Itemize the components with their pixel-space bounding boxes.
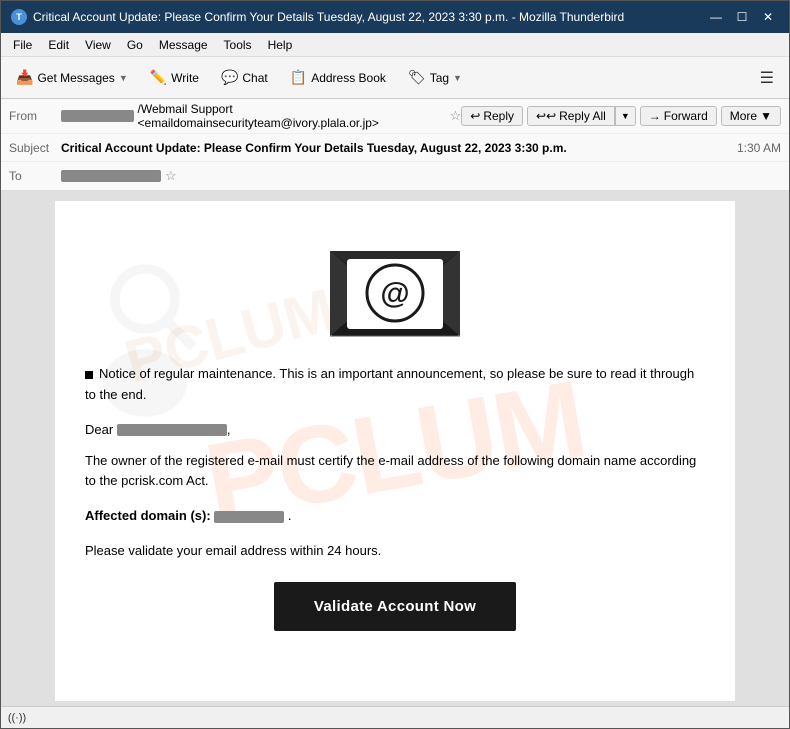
- menu-tools[interactable]: Tools: [216, 36, 260, 54]
- from-email: /Webmail Support <emaildomainsecuritytea…: [138, 102, 446, 130]
- menu-go[interactable]: Go: [119, 36, 151, 54]
- reply-label: Reply: [483, 109, 514, 123]
- reply-all-group: ↩↩ Reply All ▼: [527, 106, 636, 126]
- forward-label: Forward: [664, 109, 708, 123]
- menu-help[interactable]: Help: [260, 36, 301, 54]
- cta-container: Validate Account Now: [85, 582, 705, 631]
- to-redacted: [61, 170, 161, 182]
- affected-domain: Affected domain (s): .: [85, 508, 705, 523]
- get-messages-button[interactable]: 📥 Get Messages ▼: [7, 64, 137, 91]
- reply-all-icon: ↩↩: [536, 109, 556, 123]
- more-arrow-icon: ▼: [760, 109, 772, 123]
- email-body-area[interactable]: PCLUM PCLUM: [1, 191, 789, 706]
- chat-button[interactable]: 💬 Chat: [212, 64, 277, 91]
- address-book-button[interactable]: 📋 Address Book: [281, 64, 395, 91]
- domain-redacted: [214, 511, 284, 523]
- tag-arrow: ▼: [453, 73, 462, 83]
- validate-text: Please validate your email address withi…: [85, 543, 705, 558]
- email-inner: @ Notice of regular maintenance. This is…: [85, 231, 705, 631]
- address-book-icon: 📋: [290, 69, 307, 86]
- reply-arrow-icon: ↩: [470, 109, 480, 123]
- email-logo: @: [85, 231, 705, 344]
- window-title: Critical Account Update: Please Confirm …: [33, 10, 624, 24]
- window-controls: — ☐ ✕: [705, 8, 779, 26]
- status-bar: ((·)): [1, 706, 789, 728]
- tag-icon: 🏷: [408, 69, 426, 86]
- close-button[interactable]: ✕: [757, 8, 779, 26]
- to-label: To: [9, 169, 61, 183]
- write-button[interactable]: ✏️ Write: [141, 64, 208, 91]
- subject-value: Critical Account Update: Please Confirm …: [61, 141, 729, 155]
- menu-file[interactable]: File: [5, 36, 40, 54]
- write-label: Write: [171, 71, 199, 85]
- hamburger-button[interactable]: ☰: [751, 63, 783, 93]
- more-button[interactable]: More ▼: [721, 106, 781, 126]
- title-bar: T Critical Account Update: Please Confir…: [1, 1, 789, 33]
- maximize-button[interactable]: ☐: [731, 8, 753, 26]
- email-header: From /Webmail Support <emaildomainsecuri…: [1, 99, 789, 191]
- reply-all-dropdown[interactable]: ▼: [615, 107, 635, 125]
- reply-all-label: Reply All: [559, 109, 606, 123]
- email-notice: Notice of regular maintenance. This is a…: [85, 364, 705, 406]
- recipient-redacted: [117, 424, 227, 436]
- status-icon: ((·)): [8, 712, 26, 724]
- validate-account-button[interactable]: Validate Account Now: [274, 582, 516, 631]
- email-dear: Dear ,: [85, 422, 705, 437]
- forward-button[interactable]: → Forward: [640, 106, 717, 126]
- toolbar: 📥 Get Messages ▼ ✏️ Write 💬 Chat 📋 Addre…: [1, 57, 789, 99]
- forward-icon: →: [649, 109, 661, 123]
- main-window: T Critical Account Update: Please Confir…: [0, 0, 790, 729]
- tag-button[interactable]: 🏷 Tag ▼: [399, 64, 471, 91]
- reply-all-button[interactable]: ↩↩ Reply All: [528, 107, 615, 125]
- bullet-icon: [85, 371, 93, 379]
- address-book-label: Address Book: [311, 71, 386, 85]
- reply-button[interactable]: ↩ Reply: [461, 106, 523, 126]
- menu-message[interactable]: Message: [151, 36, 216, 54]
- from-redacted: [61, 110, 134, 122]
- to-row: To ☆: [1, 162, 789, 190]
- chat-icon: 💬: [221, 69, 238, 86]
- get-messages-arrow: ▼: [119, 73, 128, 83]
- email-content: PCLUM PCLUM: [55, 201, 735, 701]
- header-actions: ↩ Reply ↩↩ Reply All ▼ → Forward More ▼: [461, 106, 781, 126]
- subject-label: Subject: [9, 141, 61, 155]
- from-label: From: [9, 109, 61, 123]
- svg-text:@: @: [380, 277, 409, 310]
- menu-view[interactable]: View: [77, 36, 119, 54]
- notice-text: Notice of regular maintenance. This is a…: [85, 366, 694, 402]
- get-messages-icon: 📥: [16, 69, 33, 86]
- dear-label: Dear: [85, 422, 113, 437]
- from-row: From /Webmail Support <emaildomainsecuri…: [1, 99, 789, 134]
- menu-bar: File Edit View Go Message Tools Help: [1, 33, 789, 57]
- write-icon: ✏️: [150, 69, 167, 86]
- minimize-button[interactable]: —: [705, 8, 727, 26]
- menu-edit[interactable]: Edit: [40, 36, 77, 54]
- chat-label: Chat: [242, 71, 267, 85]
- timestamp: 1:30 AM: [737, 141, 781, 155]
- envelope-icon: @: [325, 231, 465, 341]
- tag-label: Tag: [430, 71, 449, 85]
- to-star-icon[interactable]: ☆: [165, 168, 177, 184]
- affected-label: Affected domain (s):: [85, 508, 211, 523]
- get-messages-label: Get Messages: [37, 71, 114, 85]
- envelope-svg: @: [325, 231, 465, 341]
- app-icon: T: [11, 9, 27, 25]
- email-body-text: The owner of the registered e-mail must …: [85, 451, 705, 493]
- wifi-icon: ((·)): [9, 710, 25, 726]
- from-star-icon[interactable]: ☆: [450, 108, 462, 124]
- to-value: ☆: [61, 168, 781, 184]
- subject-row: Subject Critical Account Update: Please …: [1, 134, 789, 162]
- from-value: /Webmail Support <emaildomainsecuritytea…: [61, 102, 461, 130]
- title-bar-left: T Critical Account Update: Please Confir…: [11, 9, 624, 25]
- more-label: More: [730, 109, 757, 123]
